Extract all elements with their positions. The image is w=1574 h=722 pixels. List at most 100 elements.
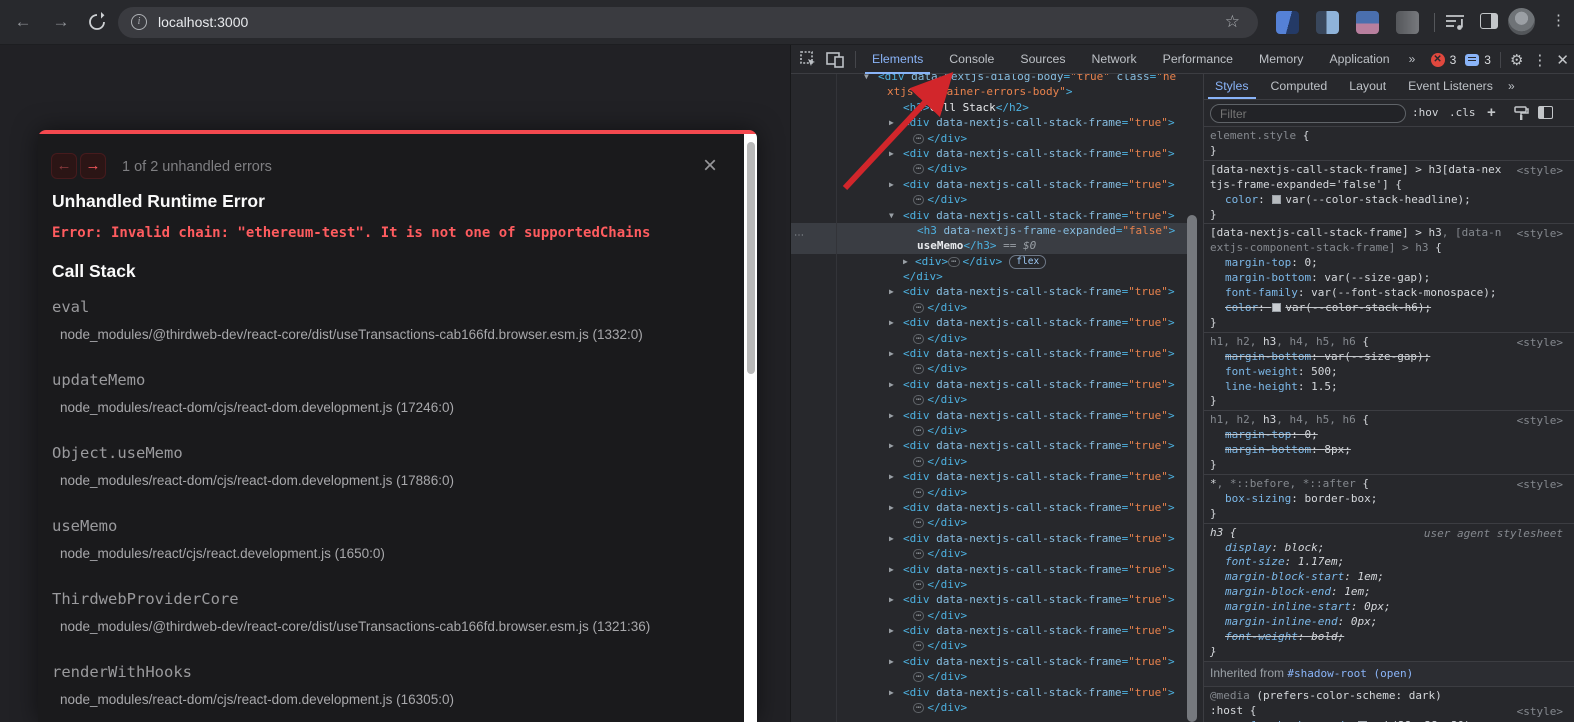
extension-icon-3[interactable] bbox=[1356, 11, 1379, 34]
tree-line[interactable]: </div> bbox=[791, 269, 1187, 284]
tree-line[interactable]: ⋯</div> bbox=[791, 577, 1187, 592]
css-property[interactable]: margin-block-start: 1em; bbox=[1210, 570, 1569, 585]
tree-line[interactable]: ⋯</div> bbox=[791, 331, 1187, 346]
url-text[interactable]: localhost:3000 bbox=[158, 14, 248, 30]
tree-line[interactable]: ⋯</div> bbox=[791, 638, 1187, 653]
tree-line[interactable]: <h3 data-nextjs-frame-expanded="false"> bbox=[791, 223, 1187, 238]
css-rule[interactable]: user agent stylesheeth3 {display: block;… bbox=[1204, 524, 1574, 662]
tree-line[interactable]: ▶<div data-nextjs-call-stack-frame="true… bbox=[791, 562, 1187, 577]
stack-frame[interactable]: useMemonode_modules/react/cjs/react.deve… bbox=[52, 517, 702, 561]
tree-line[interactable]: ▶<div data-nextjs-call-stack-frame="true… bbox=[791, 115, 1187, 130]
css-property[interactable]: color: var(--color-stack-h6); bbox=[1210, 301, 1569, 316]
expand-arrow-icon[interactable]: ▶ bbox=[889, 315, 894, 330]
rule-origin[interactable]: <style> bbox=[1517, 414, 1563, 429]
side-panel-icon[interactable] bbox=[1480, 13, 1498, 29]
css-rule[interactable]: <style>[data-nextjs-call-stack-frame] > … bbox=[1204, 161, 1574, 225]
expand-arrow-icon[interactable]: ▶ bbox=[889, 623, 894, 638]
css-rule[interactable]: <style>[data-nextjs-call-stack-frame] > … bbox=[1204, 224, 1574, 332]
css-rule[interactable]: <style>h1, h2, h3, h4, h5, h6 {margin-to… bbox=[1204, 411, 1574, 475]
stack-frame[interactable]: renderWithHooksnode_modules/react-dom/cj… bbox=[52, 663, 702, 707]
tree-line[interactable]: ⋯</div> bbox=[791, 608, 1187, 623]
rule-origin[interactable]: <style> bbox=[1517, 227, 1563, 242]
tree-line[interactable]: ▶<div data-nextjs-call-stack-frame="true… bbox=[791, 654, 1187, 669]
css-property[interactable]: margin-bottom: var(--size-gap); bbox=[1210, 350, 1569, 365]
elements-scrollbar-thumb[interactable] bbox=[1187, 215, 1197, 722]
tree-line[interactable]: ⋯</div> bbox=[791, 131, 1187, 146]
devtools-tab-performance[interactable]: Performance bbox=[1150, 45, 1246, 74]
devtools-tab-sources[interactable]: Sources bbox=[1007, 45, 1078, 74]
tree-line[interactable]: ▶<div data-nextjs-call-stack-frame="true… bbox=[791, 500, 1187, 515]
profile-avatar[interactable] bbox=[1508, 8, 1535, 35]
css-property[interactable]: box-sizing: border-box; bbox=[1210, 492, 1569, 507]
expand-arrow-icon[interactable]: ▶ bbox=[889, 408, 894, 423]
collapse-arrow-icon[interactable]: ▼ bbox=[864, 74, 869, 84]
devtools-tab-console[interactable]: Console bbox=[936, 45, 1007, 74]
tree-line[interactable]: ⋯</div> bbox=[791, 485, 1187, 500]
css-property[interactable]: --color-background: rgb(28, 28, 30); bbox=[1210, 719, 1569, 722]
extension-icon-1[interactable] bbox=[1276, 11, 1299, 34]
rule-origin[interactable]: <style> bbox=[1517, 164, 1563, 179]
tree-line[interactable]: ▶<div data-nextjs-call-stack-frame="true… bbox=[791, 438, 1187, 453]
expand-arrow-icon[interactable]: ▶ bbox=[889, 438, 894, 453]
css-property[interactable]: margin-block-end: 1em; bbox=[1210, 585, 1569, 600]
tree-line[interactable]: ▶<div data-nextjs-call-stack-frame="true… bbox=[791, 592, 1187, 607]
address-bar[interactable]: i localhost:3000 ☆ bbox=[118, 7, 1258, 38]
expand-arrow-icon[interactable]: ▶ bbox=[889, 685, 894, 700]
css-property[interactable]: font-weight: bold; bbox=[1210, 630, 1569, 645]
tree-line[interactable]: ⋯</div> bbox=[791, 515, 1187, 530]
css-property[interactable]: margin-inline-end: 0px; bbox=[1210, 615, 1569, 630]
tree-line[interactable]: ▶<div data-nextjs-call-stack-frame="true… bbox=[791, 146, 1187, 161]
settings-gear-icon[interactable]: ⚙ bbox=[1510, 51, 1523, 69]
css-property[interactable]: margin-bottom: 8px; bbox=[1210, 443, 1569, 458]
css-property[interactable]: font-size: 1.17em; bbox=[1210, 555, 1569, 570]
inspect-element-icon[interactable] bbox=[800, 51, 817, 68]
tree-line[interactable]: ⋯</div> bbox=[791, 700, 1187, 715]
tree-line[interactable]: ▶<div data-nextjs-call-stack-frame="true… bbox=[791, 408, 1187, 423]
expand-arrow-icon[interactable]: ▶ bbox=[889, 115, 894, 130]
styles-filter-input[interactable] bbox=[1210, 104, 1406, 123]
paint-roller-icon[interactable] bbox=[1513, 106, 1529, 121]
back-icon[interactable]: ← bbox=[12, 11, 34, 33]
stack-frame[interactable]: updateMemonode_modules/react-dom/cjs/rea… bbox=[52, 371, 702, 415]
stack-frame[interactable]: evalnode_modules/@thirdweb-dev/react-cor… bbox=[52, 298, 702, 342]
css-property[interactable]: margin-top: 0; bbox=[1210, 256, 1569, 271]
expand-arrow-icon[interactable]: ▶ bbox=[889, 284, 894, 299]
extension-icon-4[interactable] bbox=[1396, 11, 1419, 34]
css-rule-media[interactable]: <style>@media (prefers-color-scheme: dar… bbox=[1204, 687, 1574, 722]
extension-icon-2[interactable] bbox=[1316, 11, 1339, 34]
reload-icon[interactable] bbox=[86, 11, 108, 33]
styles-tab-styles[interactable]: Styles bbox=[1204, 74, 1260, 99]
expand-arrow-icon[interactable]: ▶ bbox=[903, 254, 908, 269]
tree-line[interactable]: ▶<div data-nextjs-call-stack-frame="true… bbox=[791, 685, 1187, 700]
stack-frame[interactable]: ThirdwebProviderCorenode_modules/@thirdw… bbox=[52, 590, 702, 634]
expand-arrow-icon[interactable]: ▶ bbox=[889, 346, 894, 361]
rule-origin[interactable]: <style> bbox=[1517, 478, 1563, 493]
css-property[interactable]: margin-bottom: var(--size-gap); bbox=[1210, 271, 1569, 286]
close-dialog-icon[interactable]: × bbox=[703, 152, 717, 180]
tree-line[interactable]: ▶<div data-nextjs-call-stack-frame="true… bbox=[791, 531, 1187, 546]
collapse-arrow-icon[interactable]: ▼ bbox=[889, 208, 894, 223]
tree-line[interactable]: ▶<div data-nextjs-call-stack-frame="true… bbox=[791, 623, 1187, 638]
device-toolbar-icon[interactable] bbox=[826, 51, 844, 68]
styles-tab-computed[interactable]: Computed bbox=[1260, 74, 1339, 99]
devtools-tab-memory[interactable]: Memory bbox=[1246, 45, 1316, 74]
color-swatch-icon[interactable] bbox=[1272, 303, 1281, 312]
css-property[interactable]: font-family: var(--font-stack-monospace)… bbox=[1210, 286, 1569, 301]
tree-line[interactable]: ▼<div data-nextjs-dialog-body="true" cla… bbox=[791, 74, 1187, 84]
tree-line[interactable]: ⋯</div> bbox=[791, 361, 1187, 376]
more-tabs-icon[interactable]: » bbox=[1403, 45, 1422, 74]
css-property[interactable]: line-height: 1.5; bbox=[1210, 380, 1569, 395]
css-rule[interactable]: <style>*, *::before, *::after {box-sizin… bbox=[1204, 475, 1574, 524]
previous-error-button[interactable]: ← bbox=[51, 153, 77, 179]
bookmark-star-icon[interactable]: ☆ bbox=[1225, 12, 1240, 32]
tree-line[interactable]: ⋯</div> bbox=[791, 192, 1187, 207]
message-count[interactable]: 3 bbox=[1484, 53, 1491, 67]
tree-line[interactable]: ⋯</div> bbox=[791, 454, 1187, 469]
tree-line[interactable]: ⋯</div> bbox=[791, 546, 1187, 561]
devtools-tab-network[interactable]: Network bbox=[1079, 45, 1150, 74]
shadow-root-link[interactable]: #shadow-root (open) bbox=[1287, 667, 1413, 680]
tree-line[interactable]: ▶<div data-nextjs-call-stack-frame="true… bbox=[791, 377, 1187, 392]
tree-line[interactable]: ▶<div data-nextjs-call-stack-frame="true… bbox=[791, 284, 1187, 299]
pseudo-state-toggle[interactable]: :hov bbox=[1412, 106, 1439, 119]
media-controls-icon[interactable] bbox=[1444, 12, 1466, 32]
